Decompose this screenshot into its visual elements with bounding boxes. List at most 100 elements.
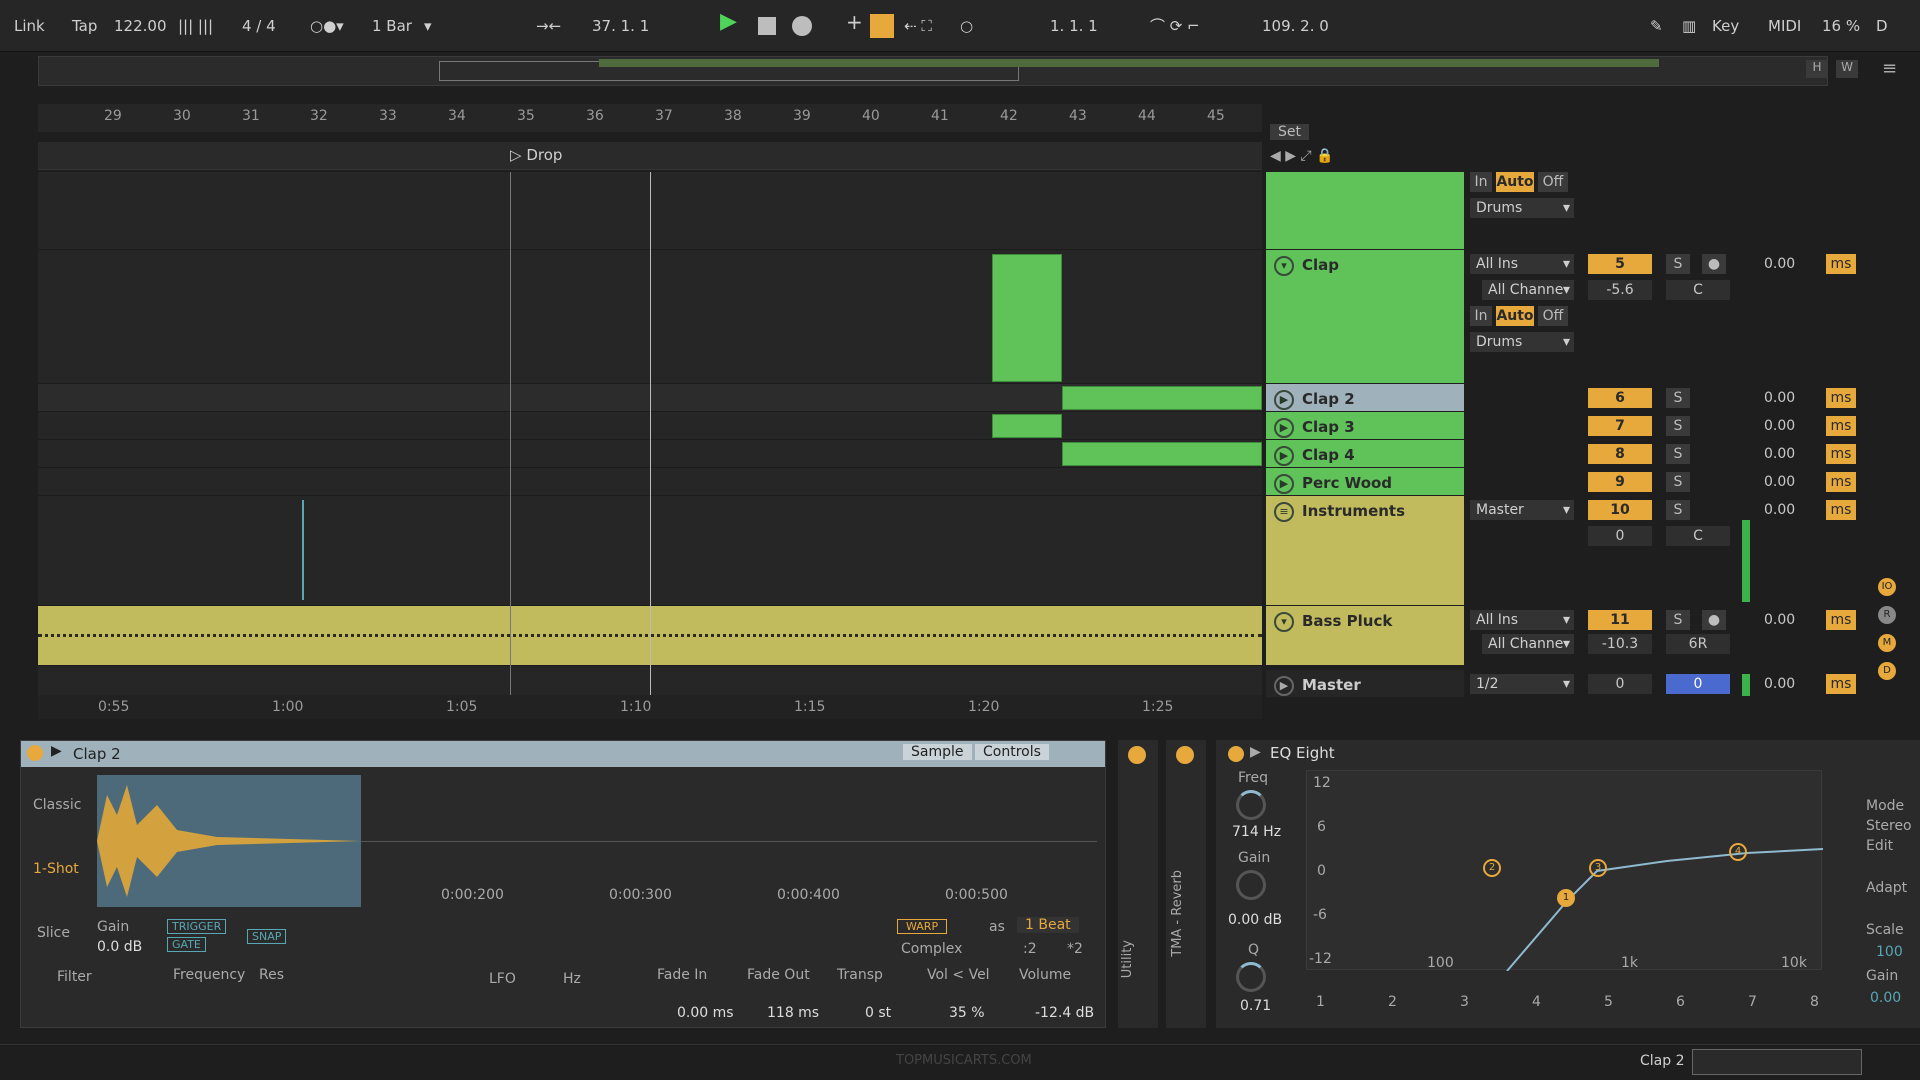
solo-button[interactable]: S (1666, 388, 1690, 408)
mode-classic[interactable]: Classic (33, 797, 81, 813)
band-toggle[interactable]: 7 (1748, 994, 1757, 1010)
automation-arm-icon[interactable] (870, 14, 894, 38)
band-toggle[interactable]: 6 (1676, 994, 1685, 1010)
trigger-button[interactable]: TRIGGER (167, 919, 227, 934)
volume-field[interactable]: -10.3 (1588, 634, 1652, 654)
record-icon[interactable] (792, 16, 812, 36)
solo-button[interactable]: S (1666, 444, 1690, 464)
monitor-off-button[interactable]: Off (1538, 306, 1568, 326)
solo-button[interactable]: S (1666, 610, 1690, 630)
warp-button[interactable]: WARP (897, 919, 948, 934)
metronome-icon[interactable]: ○●▾ (310, 14, 344, 38)
track-delay[interactable]: 0.00 (1764, 472, 1795, 492)
band-2-handle[interactable]: 2 (1483, 859, 1501, 877)
fold-icon[interactable]: ▾ (1274, 256, 1294, 276)
arrangement-view[interactable] (38, 172, 1262, 695)
reverb-device[interactable]: TMA - Reverb (1166, 740, 1206, 1028)
volume-field[interactable]: 0 (1588, 674, 1652, 694)
output-select[interactable]: 1/2 (1470, 674, 1574, 694)
track-header-clap-3[interactable]: ▶ Clap 3 (1266, 412, 1464, 440)
tap-button[interactable]: Tap (72, 14, 97, 38)
band-toggle[interactable]: 1 (1316, 994, 1325, 1010)
track-name[interactable]: Clap 2 (1302, 390, 1355, 408)
device-on-icon[interactable] (27, 745, 43, 761)
track-activator[interactable]: 11 (1588, 610, 1652, 630)
gain-value[interactable]: 0.00 dB (1228, 912, 1282, 928)
play-icon[interactable]: ▶ (1274, 446, 1294, 466)
track-name[interactable]: Instruments (1302, 502, 1405, 520)
locator-nav-icons[interactable]: ◀ ▶ ⤢ 🔒 (1270, 148, 1334, 164)
input-channel-select[interactable]: All Channe (1482, 280, 1574, 300)
half-button[interactable]: :2 (1023, 941, 1037, 957)
output-select[interactable]: Drums (1470, 332, 1574, 352)
band-toggle[interactable]: 2 (1388, 994, 1397, 1010)
group-track-instruments[interactable]: ≡ Instruments (1266, 496, 1464, 606)
track-delay[interactable]: 0.00 (1764, 610, 1795, 630)
input-type-select[interactable]: All Ins (1470, 610, 1574, 630)
mixer-toggle[interactable]: M (1878, 634, 1896, 652)
midi-clip[interactable] (1062, 386, 1262, 410)
monitor-off-button[interactable]: Off (1538, 172, 1568, 192)
play-icon[interactable]: ▶ (1274, 418, 1294, 438)
track-header-bass-pluck[interactable]: ▾ Bass Pluck (1266, 606, 1464, 666)
time-ruler[interactable]: 0:55 1:00 1:05 1:10 1:15 1:20 1:25 (38, 695, 1262, 719)
tempo-field[interactable]: 122.00 (114, 14, 167, 38)
device-expand-icon[interactable]: ▶ (1250, 744, 1261, 760)
band-4-handle[interactable]: 4 (1729, 843, 1747, 861)
punch-icons[interactable]: ⌒ ⟳ ⌐ (1150, 14, 1200, 38)
monitor-in-button[interactable]: In (1470, 306, 1492, 326)
tab-sample[interactable]: Sample (903, 744, 972, 760)
pan-field[interactable]: C (1666, 526, 1730, 546)
midi-clip[interactable] (992, 254, 1062, 382)
waveform-display[interactable] (97, 775, 361, 907)
link-button[interactable]: Link (14, 14, 45, 38)
band-1-handle[interactable]: 1 (1557, 889, 1575, 907)
follow-icon[interactable]: →← (536, 14, 561, 38)
play-icon[interactable]: ▶ (1274, 474, 1294, 494)
midi-clip[interactable] (992, 414, 1062, 438)
track-delay[interactable]: 0.00 (1764, 500, 1795, 520)
song-position[interactable]: 37. 1. 1 (592, 14, 649, 38)
play-icon[interactable]: ▶ (1274, 390, 1294, 410)
clip-overview[interactable] (1692, 1049, 1862, 1075)
track-delay[interactable]: 0.00 (1764, 388, 1795, 408)
set-locator-button[interactable]: Set (1270, 124, 1309, 140)
stop-icon[interactable] (758, 17, 776, 35)
hz-button[interactable]: Hz (563, 971, 581, 987)
track-delay[interactable]: 0.00 (1764, 416, 1795, 436)
chevron-down-icon[interactable]: ▾ (424, 14, 432, 38)
locator-drop[interactable]: ▷ Drop (510, 146, 562, 164)
track-name[interactable]: Bass Pluck (1302, 612, 1392, 630)
fold-icon[interactable]: ▾ (1274, 612, 1294, 632)
track-delay[interactable]: 0.00 (1764, 674, 1795, 694)
beat-time-ruler[interactable]: 29 30 31 32 33 34 35 36 37 38 39 40 41 4… (38, 104, 1262, 132)
stereo-select[interactable]: Stereo (1866, 818, 1912, 834)
eq-display[interactable]: 12 6 0 -6 -12 100 1k 10k 2 1 3 4 (1306, 770, 1823, 971)
mode-one-shot[interactable]: 1-Shot (33, 861, 79, 877)
lfo-toggle[interactable]: LFO (489, 971, 516, 987)
track-delay[interactable]: 0.00 (1764, 254, 1795, 274)
loop-start-field[interactable]: 1. 1. 1 (1050, 14, 1098, 38)
gain-value[interactable]: 0.0 dB (97, 939, 142, 955)
output-gain-value[interactable]: 0.00 (1870, 990, 1901, 1006)
returns-toggle[interactable]: R (1878, 606, 1896, 624)
quantize-select[interactable]: 1 Bar (372, 14, 412, 38)
volume-field[interactable]: -5.6 (1588, 280, 1652, 300)
locator-lane[interactable]: ▷ Drop (38, 142, 1262, 170)
draw-mode-icon[interactable]: ✎ (1650, 14, 1663, 38)
track-name[interactable]: Clap (1302, 256, 1339, 274)
fade-in-value[interactable]: 0.00 ms (677, 1005, 734, 1021)
time-signature[interactable]: 4 / 4 (242, 14, 276, 38)
volume-field[interactable]: 0 (1588, 526, 1652, 546)
q-value[interactable]: 0.71 (1240, 998, 1271, 1014)
monitor-auto-button[interactable]: Auto (1496, 172, 1534, 192)
track-activator[interactable]: 9 (1588, 472, 1652, 492)
delay-unit[interactable]: ms (1826, 500, 1856, 520)
band-3-handle[interactable]: 3 (1589, 859, 1607, 877)
monitor-auto-button[interactable]: Auto (1496, 306, 1534, 326)
solo-button[interactable]: S (1666, 416, 1690, 436)
solo-button[interactable]: S (1666, 500, 1690, 520)
track-activator[interactable]: 7 (1588, 416, 1652, 436)
w-toggle[interactable]: W (1836, 60, 1858, 78)
io-toggle[interactable]: IO (1878, 578, 1896, 596)
